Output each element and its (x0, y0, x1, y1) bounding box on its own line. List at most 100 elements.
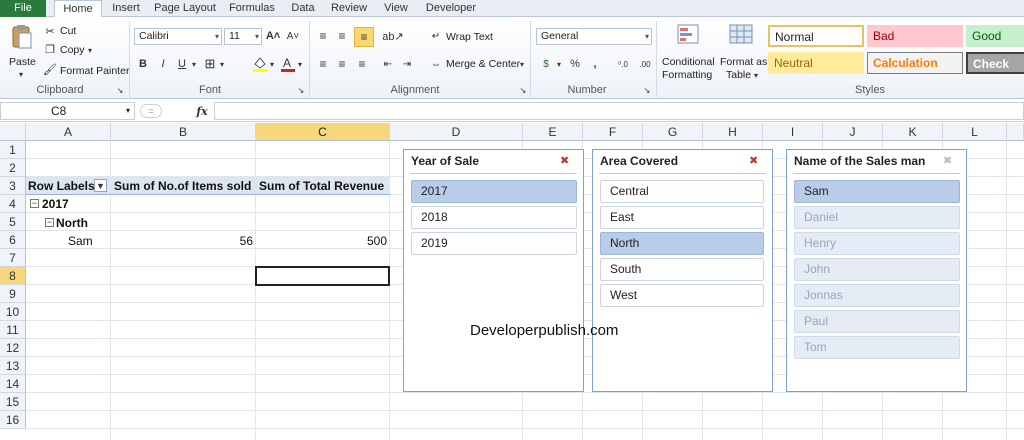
style-bad[interactable]: Bad (867, 25, 963, 47)
column-header-g[interactable]: G (643, 123, 703, 141)
slicer-item[interactable]: Henry (794, 232, 960, 255)
format-painter-button[interactable]: Format Painter (60, 65, 129, 77)
row-header-5[interactable]: 5 (0, 213, 26, 231)
formula-bar-cancel-icon[interactable]: = (140, 104, 162, 118)
row-header-9[interactable]: 9 (0, 285, 26, 303)
wrap-text-icon[interactable]: ↵ (429, 29, 443, 43)
clear-filter-icon[interactable]: ✖ (749, 154, 758, 167)
clear-filter-icon[interactable]: ✖ (560, 154, 569, 167)
column-header-e[interactable]: E (523, 123, 583, 141)
style-calculation[interactable]: Calculation (867, 52, 963, 74)
style-check-cell[interactable]: Check Cel (966, 52, 1024, 74)
paste-icon[interactable] (10, 23, 34, 51)
slicer-item[interactable]: Central (600, 180, 764, 203)
align-center-icon[interactable]: ≡ (334, 56, 350, 72)
row-header-8[interactable]: 8 (0, 267, 26, 285)
row-header-1[interactable]: 1 (0, 141, 26, 159)
comma-style-icon[interactable]: , (588, 56, 602, 72)
column-header-m[interactable] (1007, 123, 1024, 141)
slicer-item[interactable]: John (794, 258, 960, 281)
font-name-combo[interactable]: Calibri ▾ (134, 28, 222, 45)
column-header-b[interactable]: B (111, 123, 256, 141)
tab-formulas[interactable]: Formulas (224, 0, 280, 17)
pivot-year-row[interactable]: 2017 (42, 195, 69, 213)
insert-function-icon[interactable]: fx (194, 103, 210, 119)
clear-filter-icon[interactable]: ✖ (943, 154, 952, 167)
row-header-16[interactable]: 16 (0, 411, 26, 429)
underline-dropdown-icon[interactable]: ▾ (190, 56, 198, 72)
slicer-item[interactable]: South (600, 258, 764, 281)
column-header-i[interactable]: I (763, 123, 823, 141)
slicer-item[interactable]: Paul (794, 310, 960, 333)
conditional-formatting-icon[interactable] (676, 22, 702, 48)
column-header-a[interactable]: A (26, 123, 111, 141)
decrease-decimal-icon[interactable]: .00 (636, 56, 654, 72)
font-color-dropdown-icon[interactable]: ▾ (296, 56, 304, 72)
slicer-item[interactable]: 2018 (411, 206, 577, 229)
wrap-text-button[interactable]: Wrap Text (446, 31, 493, 43)
font-size-combo[interactable]: 11 ▾ (224, 28, 262, 45)
style-good[interactable]: Good (966, 25, 1024, 47)
merge-center-icon[interactable]: ⇔ (429, 57, 443, 71)
format-as-table-icon[interactable] (728, 22, 754, 48)
align-left-icon[interactable]: ≡ (315, 56, 331, 72)
column-header-f[interactable]: F (583, 123, 643, 141)
style-normal[interactable]: Normal (768, 25, 864, 47)
copy-dropdown-icon[interactable]: ▾ (86, 44, 94, 56)
paste-button[interactable]: Paste (9, 56, 36, 68)
tab-review[interactable]: Review (326, 0, 372, 17)
align-middle-icon[interactable]: ≡ (334, 28, 350, 44)
copy-icon[interactable]: ❐ (44, 43, 56, 56)
number-format-combo[interactable]: General ▾ (536, 28, 652, 45)
row-header-6[interactable]: 6 (0, 231, 26, 249)
format-table-dropdown-icon[interactable]: ▾ (752, 69, 760, 81)
pivot-row-labels-header[interactable]: Row Labels (28, 177, 95, 195)
font-color-icon[interactable]: A (280, 55, 296, 73)
conditional-formatting-line1[interactable]: Conditional (662, 56, 715, 68)
slicer-sales-man[interactable]: Name of the Sales man ✖ Sam Daniel Henry… (786, 149, 967, 392)
slicer-area-covered[interactable]: Area Covered ✖ Central East North South … (592, 149, 773, 392)
percent-icon[interactable]: % (568, 56, 582, 72)
copy-button[interactable]: Copy (60, 44, 85, 56)
filter-dropdown-icon[interactable]: ▼ (94, 179, 107, 192)
tab-page-layout[interactable]: Page Layout (150, 0, 220, 17)
alignment-launcher-icon[interactable]: ↘ (519, 85, 527, 95)
currency-dropdown-icon[interactable]: ▾ (555, 56, 563, 72)
number-launcher-icon[interactable]: ↘ (643, 85, 651, 95)
tab-developer[interactable]: Developer (420, 0, 482, 17)
row-header-7[interactable]: 7 (0, 249, 26, 267)
format-painter-icon[interactable]: 🖌 (43, 63, 57, 76)
align-right-icon[interactable]: ≡ (354, 56, 370, 72)
shrink-font-icon[interactable]: A ˅ (286, 29, 300, 43)
pivot-area-row[interactable]: North (56, 214, 88, 232)
align-bottom-icon[interactable]: ≡ (354, 27, 374, 47)
increase-indent-icon[interactable]: ⇥ (399, 56, 415, 72)
orientation-icon[interactable]: ab↗ (382, 28, 403, 44)
column-header-j[interactable]: J (823, 123, 883, 141)
active-cell-c8[interactable] (255, 266, 390, 286)
style-neutral[interactable]: Neutral (768, 52, 864, 74)
collapse-icon[interactable]: − (45, 218, 54, 227)
conditional-formatting-line2[interactable]: Formatting (662, 69, 712, 81)
slicer-item[interactable]: Jonnas (794, 284, 960, 307)
row-header-4[interactable]: 4 (0, 195, 26, 213)
borders-icon[interactable]: ⊞ (202, 56, 218, 72)
align-top-icon[interactable]: ≡ (315, 28, 331, 44)
format-as-table-line2[interactable]: Table (726, 69, 751, 81)
tab-home[interactable]: Home (54, 0, 102, 18)
row-header-14[interactable]: 14 (0, 375, 26, 393)
column-header-c[interactable]: C (256, 123, 390, 141)
grow-font-icon[interactable]: A ˄ (266, 29, 280, 43)
merge-center-button[interactable]: Merge & Center (446, 58, 520, 70)
increase-decimal-icon[interactable]: ⁰.0 (614, 56, 632, 72)
pivot-items-sold-header[interactable]: Sum of No.of Items sold (114, 177, 251, 195)
collapse-icon[interactable]: − (30, 199, 39, 208)
slicer-item[interactable]: Daniel (794, 206, 960, 229)
select-all-corner[interactable] (0, 123, 26, 141)
slicer-item[interactable]: North (600, 232, 764, 255)
slicer-item[interactable]: West (600, 284, 764, 307)
pivot-revenue-header[interactable]: Sum of Total Revenue (259, 177, 384, 195)
tab-insert[interactable]: Insert (106, 0, 146, 17)
column-header-k[interactable]: K (883, 123, 943, 141)
pivot-person-row[interactable]: Sam (68, 232, 93, 250)
